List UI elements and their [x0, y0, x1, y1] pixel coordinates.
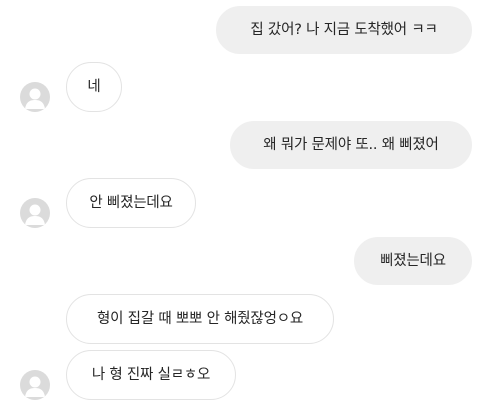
avatar[interactable] [20, 82, 50, 112]
message-bubble-received[interactable]: 네 [66, 62, 122, 112]
chat-thread: 집 갔어? 나 지금 도착했어 ㅋㅋ 네 왜 뭐가 문제야 또.. 왜 삐졌어 … [0, 0, 480, 408]
default-profile-icon [25, 88, 45, 109]
avatar[interactable] [20, 198, 50, 228]
message-bubble-received[interactable]: 형이 집갈 때 뽀뽀 안 해줬잖엉ㅇ요 [66, 294, 334, 344]
message-bubble-sent[interactable]: 삐졌는데요 [354, 237, 472, 285]
message-bubble-sent[interactable]: 집 갔어? 나 지금 도착했어 ㅋㅋ [216, 6, 472, 54]
message-bubble-sent[interactable]: 왜 뭐가 문제야 또.. 왜 삐졌어 [230, 121, 472, 169]
default-profile-icon [25, 204, 45, 225]
default-profile-icon [25, 376, 45, 397]
avatar[interactable] [20, 370, 50, 400]
message-bubble-received[interactable]: 나 형 진짜 실ㄹㅎ오 [66, 350, 236, 400]
message-bubble-received[interactable]: 안 삐졌는데요 [66, 178, 196, 228]
